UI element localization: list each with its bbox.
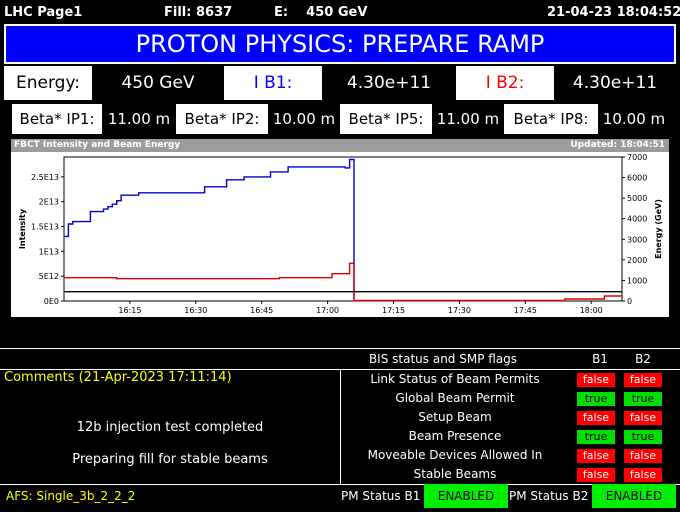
ib2-value-cell: 4.30e+11 bbox=[554, 66, 676, 100]
x-tick-label: 18:00 bbox=[580, 306, 603, 315]
y2-tick-label: 6000 bbox=[627, 174, 647, 183]
bis-flag-b2-value: true bbox=[624, 392, 662, 406]
bis-flag-label: Moveable Devices Allowed In bbox=[367, 448, 543, 462]
bis-flag-b1-value: true bbox=[577, 430, 615, 444]
fill-number: Fill: 8637 bbox=[164, 5, 233, 20]
x-tick-label: 17:15 bbox=[382, 306, 405, 315]
y2-tick-label: 5000 bbox=[627, 194, 647, 203]
beta-ip8-value-cell: 10.00 m bbox=[598, 104, 670, 134]
bottom-divider bbox=[0, 348, 680, 349]
beta-ip1-label-cell: Beta* IP1: bbox=[12, 104, 102, 134]
x-tick-label: 17:45 bbox=[514, 306, 537, 315]
column-divider bbox=[340, 369, 341, 484]
y2-tick-label: 3000 bbox=[627, 235, 647, 244]
y2-tick-label: 2000 bbox=[627, 256, 647, 265]
ib2-value: 4.30e+11 bbox=[572, 73, 658, 93]
ib1-value: 4.30e+11 bbox=[346, 73, 432, 93]
beta-ip1-label: Beta* IP1: bbox=[19, 110, 95, 128]
y2-tick-label: 7000 bbox=[627, 153, 647, 162]
bis-flag-b2-value: false bbox=[624, 468, 662, 482]
x-tick-label: 16:30 bbox=[184, 306, 207, 315]
page-name: LHC Page1 bbox=[4, 5, 83, 20]
beta-ip1-value: 11.00 m bbox=[107, 110, 171, 128]
ib1-value-cell: 4.30e+11 bbox=[322, 66, 456, 100]
beta-ip2-label-cell: Beta* IP2: bbox=[176, 104, 268, 134]
y-tick-label: 5E12 bbox=[39, 272, 59, 281]
footer-divider bbox=[0, 484, 680, 485]
ib2-label: I B2: bbox=[485, 73, 525, 93]
energy-label: Energy: bbox=[15, 73, 80, 93]
comments-title: Comments (21-Apr-2023 17:11:14) bbox=[4, 370, 232, 385]
bis-title: BIS status and SMP flags bbox=[368, 352, 518, 366]
bis-b2-header: B2 bbox=[635, 352, 651, 366]
beta-ip5-label-cell: Beta* IP5: bbox=[340, 104, 432, 134]
bis-flag-label: Stable Beams bbox=[413, 467, 497, 481]
bis-b1-header: B1 bbox=[592, 352, 608, 366]
y-axis-title: Intensity bbox=[18, 208, 27, 249]
bis-flag-b2-value: false bbox=[624, 373, 662, 387]
y2-tick-label: 4000 bbox=[627, 215, 647, 224]
bis-flag-label: Setup Beam bbox=[418, 410, 492, 424]
pm-status-b2-label: PM Status B2 bbox=[509, 489, 589, 503]
beta-ip2-value: 10.00 m bbox=[272, 110, 336, 128]
beta-ip2-label: Beta* IP2: bbox=[184, 110, 260, 128]
y-tick-label: 2.5E13 bbox=[31, 173, 59, 182]
bis-flag-b1-value: false bbox=[577, 373, 615, 387]
y-tick-label: 0E0 bbox=[44, 297, 59, 306]
bis-flag-label: Global Beam Permit bbox=[395, 391, 515, 405]
energy-value: 450 GeV bbox=[121, 73, 195, 93]
beta-ip8-label: Beta* IP8: bbox=[513, 110, 589, 128]
beta-ip8-label-cell: Beta* IP8: bbox=[504, 104, 598, 134]
bis-flag-b1-value: false bbox=[577, 449, 615, 463]
beta-ip8-value: 10.00 m bbox=[602, 110, 666, 128]
ib1-label-cell: I B1: bbox=[224, 66, 322, 100]
x-tick-label: 17:00 bbox=[316, 306, 339, 315]
mode-banner: PROTON PHYSICS: PREPARE RAMP bbox=[4, 24, 676, 64]
ib2-label-cell: I B2: bbox=[456, 66, 554, 100]
afs-label: AFS: Single_3b_2_2_2 bbox=[6, 489, 136, 503]
y2-axis-title: Energy (GeV) bbox=[654, 199, 663, 259]
x-tick-label: 16:45 bbox=[250, 306, 273, 315]
ib1-label: I B1: bbox=[253, 73, 293, 93]
pm-status-b1-label: PM Status B1 bbox=[341, 489, 421, 503]
beta-ip1-value-cell: 11.00 m bbox=[102, 104, 176, 134]
energy-label-cell: Energy: bbox=[4, 66, 92, 100]
chart-plot: 0E0 5E12 1E13 1.5E13 2E13 2.5E13 0 1000 2000 3000… bbox=[18, 153, 663, 315]
bis-flag-label: Link Status of Beam Permits bbox=[370, 372, 540, 386]
pm-status-b1: ENABLED bbox=[424, 484, 508, 508]
page-title: PROTON PHYSICS: PREPARE RAMP bbox=[135, 30, 545, 58]
energy-value-cell: 450 GeV bbox=[92, 66, 224, 100]
comment-line-1: 12b injection test completed bbox=[76, 420, 264, 435]
beam-energy-readout: E: 450 GeV bbox=[274, 5, 368, 20]
y2-tick-label: 0 bbox=[627, 297, 632, 306]
y-tick-label: 1E13 bbox=[39, 247, 59, 256]
pm-status-b2: ENABLED bbox=[592, 484, 676, 508]
beta-ip5-label: Beta* IP5: bbox=[348, 110, 424, 128]
intensity-energy-chart: FBCT Intensity and Beam Energy Updated: … bbox=[11, 139, 669, 317]
bis-flag-b2-value: true bbox=[624, 430, 662, 444]
y-tick-label: 1.5E13 bbox=[31, 223, 59, 232]
timestamp: 21-04-23 18:04:52 bbox=[547, 5, 680, 20]
bis-flag-b1-value: false bbox=[577, 411, 615, 425]
beta-ip5-value-cell: 11.00 m bbox=[432, 104, 504, 134]
x-tick-label: 17:30 bbox=[448, 306, 471, 315]
y-tick-label: 2E13 bbox=[39, 198, 59, 207]
bis-flag-b1-value: true bbox=[577, 392, 615, 406]
comment-line-2: Preparing fill for stable beams bbox=[72, 452, 268, 467]
top-status-bar: LHC Page1 Fill: 8637 E: 450 GeV 21-04-23… bbox=[0, 0, 680, 24]
beta-ip5-value: 11.00 m bbox=[436, 110, 500, 128]
beta-ip2-value-cell: 10.00 m bbox=[268, 104, 340, 134]
bis-flag-b1-value: false bbox=[577, 468, 615, 482]
bis-flag-label: Beam Presence bbox=[408, 429, 502, 443]
bis-flag-b2-value: false bbox=[624, 449, 662, 463]
bis-flag-b2-value: false bbox=[624, 411, 662, 425]
x-tick-label: 16:15 bbox=[118, 306, 141, 315]
y2-tick-label: 1000 bbox=[627, 276, 647, 285]
